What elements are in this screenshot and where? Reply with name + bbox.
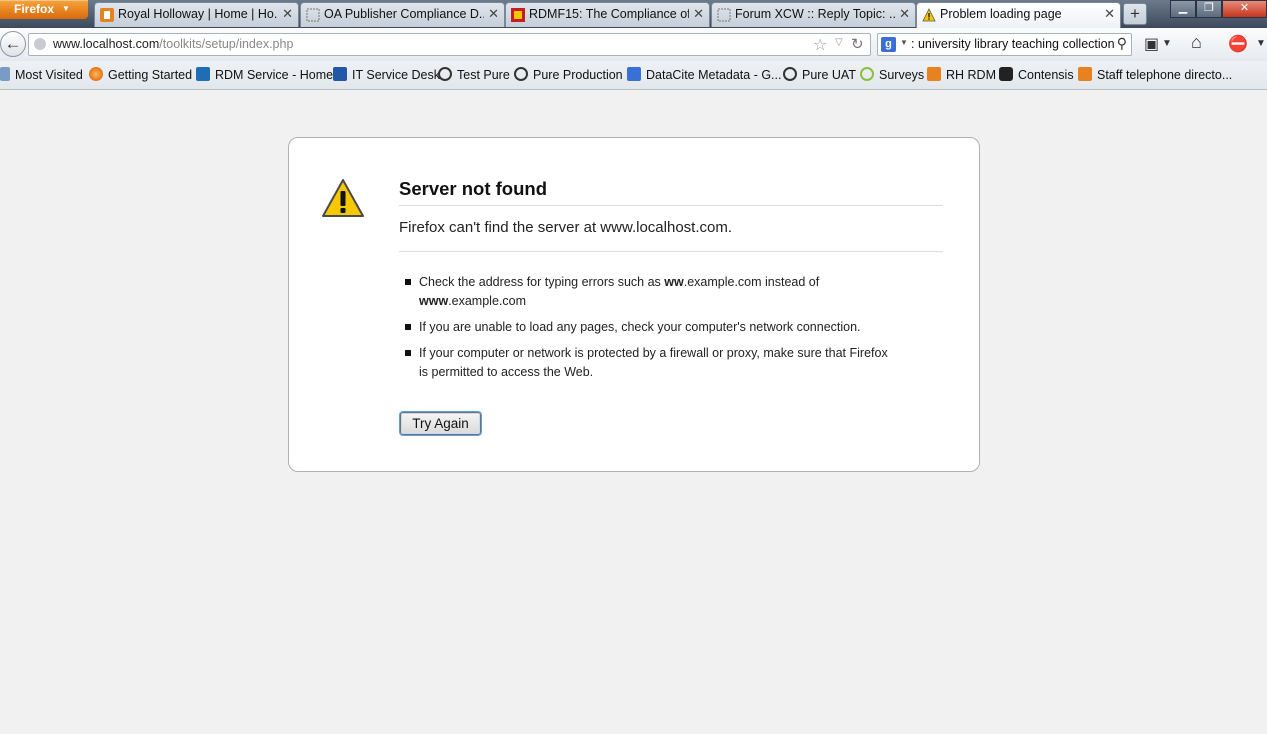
tab-title: OA Publisher Compliance D... xyxy=(324,7,484,21)
error-description: Firefox can't find the server at www.loc… xyxy=(399,219,943,252)
list-item: If your computer or network is protected… xyxy=(399,344,899,382)
bookmark-staff-telephone[interactable]: Staff telephone directo... xyxy=(1078,67,1232,82)
firefox-icon xyxy=(89,67,103,81)
most-visited-icon xyxy=(0,67,10,81)
url-host: www.localhost.com xyxy=(53,37,160,51)
back-arrow-icon: ← xyxy=(4,34,22,53)
site-identity-icon[interactable] xyxy=(34,38,46,50)
surveys-icon xyxy=(860,67,874,81)
tab-royal-holloway[interactable]: Royal Holloway | Home | Ho... ✕ xyxy=(94,2,299,27)
tab-oa-publisher[interactable]: OA Publisher Compliance D... ✕ xyxy=(300,2,505,27)
search-input[interactable]: : university library teaching collection xyxy=(911,37,1115,51)
bookmark-pure-production[interactable]: Pure Production xyxy=(514,67,623,82)
new-tab-button[interactable]: + xyxy=(1123,3,1147,25)
rh-favicon-icon xyxy=(927,67,941,81)
bullet-icon xyxy=(405,324,411,330)
bookmark-star-icon[interactable]: ☆ xyxy=(813,35,827,55)
rh-favicon-icon xyxy=(100,8,114,22)
rh-favicon-icon xyxy=(1078,67,1092,81)
back-button[interactable]: ← xyxy=(0,31,26,57)
reload-icon[interactable]: ↻ xyxy=(851,35,864,53)
tab-forum-xcw[interactable]: Forum XCW :: Reply Topic: ... ✕ xyxy=(711,2,916,27)
warning-icon xyxy=(922,8,936,22)
pure-icon xyxy=(783,67,797,81)
blank-page-icon xyxy=(717,8,731,22)
close-tab-icon[interactable]: ✕ xyxy=(282,6,293,22)
datacite-icon xyxy=(627,67,641,81)
close-tab-icon[interactable]: ✕ xyxy=(1104,6,1115,22)
restore-window-button[interactable]: ❐ xyxy=(1196,0,1222,18)
tab-problem-loading[interactable]: Problem loading page ✕ xyxy=(916,2,1121,28)
firefox-menu-label: Firefox xyxy=(14,2,55,16)
sharepoint-icon xyxy=(196,67,210,81)
chevron-down-icon[interactable]: ▼ xyxy=(1256,38,1266,49)
close-tab-icon[interactable]: ✕ xyxy=(693,6,704,22)
bookmark-datacite[interactable]: DataCite Metadata - G... xyxy=(627,67,781,82)
search-icon[interactable]: ⚲ xyxy=(1117,35,1127,52)
address-text[interactable]: www.localhost.com/toolkits/setup/index.p… xyxy=(53,37,293,51)
bookmark-it-service-desk[interactable]: IT Service Desk xyxy=(333,67,440,82)
bookmark-rdm-service[interactable]: RDM Service - Home xyxy=(196,67,333,82)
tab-rdmf15[interactable]: RDMF15: The Compliance of... ✕ xyxy=(505,2,710,27)
url-path: /toolkits/setup/index.php xyxy=(159,37,294,51)
engine-dropdown-icon[interactable]: ▼ xyxy=(900,38,908,47)
address-bar[interactable]: www.localhost.com/toolkits/setup/index.p… xyxy=(28,33,871,56)
bookmark-surveys[interactable]: Surveys xyxy=(860,67,924,82)
error-panel: Server not found Firefox can't find the … xyxy=(288,137,980,472)
pure-icon xyxy=(514,67,528,81)
tab-strip: Firefox ▼ Royal Holloway | Home | Ho... … xyxy=(0,0,1267,28)
rdmf-favicon-icon xyxy=(511,8,525,22)
error-hints-list: Check the address for typing errors such… xyxy=(399,273,899,389)
contensis-icon xyxy=(999,67,1013,81)
addon-icon[interactable]: ⛔ xyxy=(1228,34,1248,54)
close-tab-icon[interactable]: ✕ xyxy=(488,6,499,22)
bookmark-contensis[interactable]: Contensis xyxy=(999,67,1074,82)
bookmark-most-visited[interactable]: Most Visited xyxy=(0,67,83,82)
list-item: Check the address for typing errors such… xyxy=(399,273,899,311)
minimize-window-button[interactable]: ▁ xyxy=(1170,0,1196,18)
bookmark-getting-started[interactable]: Getting Started xyxy=(89,67,192,82)
bullet-icon xyxy=(405,350,411,356)
try-again-button[interactable]: Try Again xyxy=(400,412,481,435)
bookmark-test-pure[interactable]: Test Pure xyxy=(438,67,510,82)
tab-title: Forum XCW :: Reply Topic: ... xyxy=(735,7,895,21)
list-item: If you are unable to load any pages, che… xyxy=(399,318,899,337)
tab-title: RDMF15: The Compliance of... xyxy=(529,7,689,21)
navigation-toolbar: ← www.localhost.com/toolkits/setup/index… xyxy=(0,28,1267,61)
close-window-button[interactable]: ✕ xyxy=(1222,0,1267,18)
home-icon[interactable]: ⌂ xyxy=(1191,32,1202,53)
warning-icon xyxy=(322,179,364,217)
pure-icon xyxy=(438,67,452,81)
search-bar[interactable]: g ▼ : university library teaching collec… xyxy=(877,33,1132,56)
bookmark-pure-uat[interactable]: Pure UAT xyxy=(783,67,856,82)
bookmarks-toolbar: Most Visited Getting Started RDM Service… xyxy=(0,62,1267,90)
firefox-menu-button[interactable]: Firefox ▼ xyxy=(0,0,88,19)
blank-page-icon xyxy=(306,8,320,22)
tab-title: Royal Holloway | Home | Ho... xyxy=(118,7,278,21)
error-title: Server not found xyxy=(399,178,943,206)
tab-title: Problem loading page xyxy=(940,7,1062,21)
fp-icon xyxy=(333,67,347,81)
google-engine-icon[interactable]: g xyxy=(881,37,896,52)
bullet-icon xyxy=(405,279,411,285)
close-tab-icon[interactable]: ✕ xyxy=(899,6,910,22)
bookmarks-menu-icon[interactable]: ▣ xyxy=(1144,34,1159,54)
chevron-down-icon: ▼ xyxy=(62,4,70,13)
bookmark-rh-rdm[interactable]: RH RDM xyxy=(927,67,996,82)
chevron-down-icon[interactable]: ▼ xyxy=(1162,38,1172,49)
history-dropdown-icon[interactable]: ▽ xyxy=(835,37,843,48)
